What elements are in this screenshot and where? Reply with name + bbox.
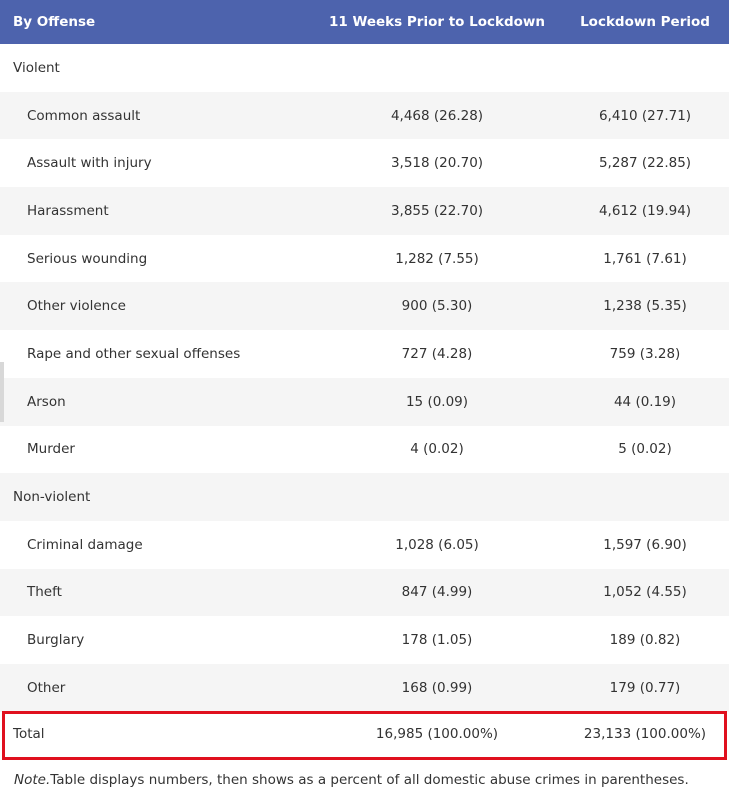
lockdown-value: 179 (0.77) [573,663,729,712]
lockdown-value: 189 (0.82) [573,616,729,664]
table-row: Criminal damage 1,028 (6.05) 1,597 (6.90… [0,520,729,569]
table-row: Common assault 4,468 (26.28) 6,410 (27.7… [0,91,729,140]
prior-value: 4,468 (26.28) [301,91,573,140]
offense-label: Other violence [0,282,301,331]
prior-value: 3,855 (22.70) [301,187,573,235]
table-row: Rape and other sexual offenses 727 (4.28… [0,330,729,378]
lockdown-value: 1,761 (7.61) [573,234,729,283]
total-prior-value: 16,985 (100.00%) [301,711,573,756]
table-row: Other violence 900 (5.30) 1,238 (5.35) [0,282,729,331]
header-offense[interactable]: By Offense [0,0,301,44]
header-lockdown[interactable]: Lockdown Period [573,0,729,44]
offense-label: Assault with injury [0,139,301,188]
category-label: Non-violent [0,473,729,521]
lockdown-value: 4,612 (19.94) [573,187,729,235]
category-row: Violent [0,44,729,92]
table-row: Other 168 (0.99) 179 (0.77) [0,663,729,712]
header-row: By Offense 11 Weeks Prior to Lockdown Lo… [0,0,729,44]
note-prefix: Note. [14,772,51,788]
prior-value: 727 (4.28) [301,330,573,378]
prior-value: 15 (0.09) [301,377,573,426]
table-row: Burglary 178 (1.05) 189 (0.82) [0,616,729,664]
offense-label: Criminal damage [0,520,301,569]
lockdown-value: 5 (0.02) [573,425,729,474]
offense-label: Harassment [0,187,301,235]
category-label: Violent [0,44,729,92]
table-container: By Offense 11 Weeks Prior to Lockdown Lo… [0,0,729,788]
lockdown-value: 759 (3.28) [573,330,729,378]
total-row: Total 16,985 (100.00%) 23,133 (100.00%) [0,711,729,756]
offense-label: Serious wounding [0,234,301,283]
offense-label: Other [0,663,301,712]
category-row: Non-violent [0,473,729,521]
lockdown-value: 44 (0.19) [573,377,729,426]
table-note: Note.Table displays numbers, then shows … [14,772,689,788]
offense-label: Common assault [0,91,301,140]
lockdown-value: 6,410 (27.71) [573,91,729,140]
offense-label: Rape and other sexual offenses [0,330,301,378]
offense-label: Theft [0,568,301,617]
offense-label: Arson [0,377,301,426]
prior-value: 178 (1.05) [301,616,573,664]
header-prior[interactable]: 11 Weeks Prior to Lockdown [301,0,573,44]
row-indicator [0,362,4,422]
offense-table: By Offense 11 Weeks Prior to Lockdown Lo… [0,0,729,756]
offense-label: Burglary [0,616,301,664]
table-row: Murder 4 (0.02) 5 (0.02) [0,425,729,474]
lockdown-value: 1,052 (4.55) [573,568,729,617]
prior-value: 847 (4.99) [301,568,573,617]
table-row: Theft 847 (4.99) 1,052 (4.55) [0,568,729,617]
prior-value: 4 (0.02) [301,425,573,474]
lockdown-value: 1,238 (5.35) [573,282,729,331]
lockdown-value: 5,287 (22.85) [573,139,729,188]
prior-value: 1,028 (6.05) [301,520,573,569]
total-lockdown-value: 23,133 (100.00%) [573,711,729,756]
prior-value: 900 (5.30) [301,282,573,331]
table-row: Arson 15 (0.09) 44 (0.19) [0,377,729,426]
prior-value: 168 (0.99) [301,663,573,712]
table-row: Serious wounding 1,282 (7.55) 1,761 (7.6… [0,234,729,283]
note-text: Table displays numbers, then shows as a … [50,772,689,788]
table-row: Assault with injury 3,518 (20.70) 5,287 … [0,139,729,188]
table-row: Harassment 3,855 (22.70) 4,612 (19.94) [0,187,729,235]
prior-value: 1,282 (7.55) [301,234,573,283]
offense-label: Murder [0,425,301,474]
total-label: Total [0,711,301,756]
lockdown-value: 1,597 (6.90) [573,520,729,569]
prior-value: 3,518 (20.70) [301,139,573,188]
